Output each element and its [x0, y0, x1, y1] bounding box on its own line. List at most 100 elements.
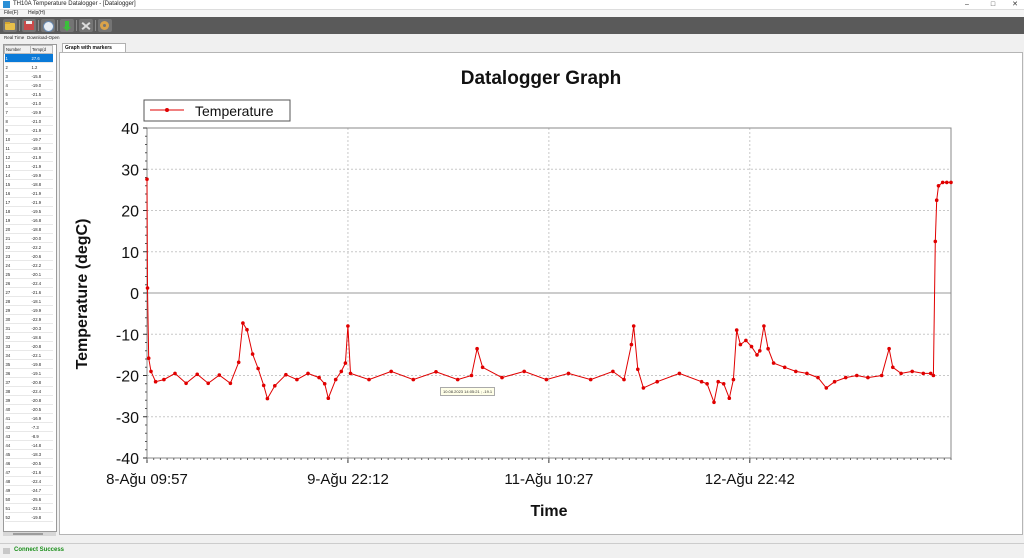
table-row[interactable]: 26 -22.4 — [4, 278, 53, 288]
table-row[interactable]: 7 -19.9 — [4, 107, 53, 117]
table-row[interactable]: 12 -21.9 — [4, 152, 53, 162]
table-row[interactable]: 13 -21.9 — [4, 161, 53, 171]
data-point[interactable] — [455, 377, 460, 382]
data-point[interactable] — [149, 369, 153, 374]
data-point[interactable] — [721, 382, 726, 386]
table-row[interactable]: 3 -15.8 — [4, 71, 53, 81]
data-point[interactable] — [677, 371, 682, 376]
table-row[interactable]: 39 -20.8 — [4, 395, 53, 405]
table-row[interactable]: 5 -21.5 — [4, 89, 53, 99]
table-row[interactable]: 41 -16.9 — [4, 413, 53, 423]
folder-open-icon[interactable] — [3, 19, 17, 32]
column-header-number[interactable]: Number — [4, 45, 31, 54]
data-point[interactable] — [921, 371, 926, 376]
data-point[interactable] — [306, 371, 310, 376]
data-point[interactable] — [824, 386, 829, 390]
data-point[interactable] — [879, 373, 884, 378]
table-row[interactable]: 35 -19.8 — [4, 359, 53, 369]
table-row[interactable]: 36 -19.1 — [4, 368, 53, 378]
data-point[interactable] — [631, 324, 636, 328]
data-point[interactable] — [940, 180, 945, 185]
table-row[interactable]: 9 -21.9 — [4, 125, 53, 135]
table-row[interactable]: 38 -22.4 — [4, 386, 53, 396]
data-point[interactable] — [762, 324, 766, 328]
data-point[interactable] — [469, 373, 474, 378]
data-point[interactable] — [949, 180, 953, 185]
data-point[interactable] — [434, 370, 438, 374]
table-row[interactable]: 4 -19.0 — [4, 80, 53, 90]
data-point[interactable] — [241, 321, 245, 325]
data-point[interactable] — [766, 346, 770, 351]
table-row[interactable]: 49 -24.7 — [4, 485, 53, 495]
table-row[interactable]: 21 -20.0 — [4, 233, 53, 243]
data-point[interactable] — [727, 396, 732, 401]
data-point[interactable] — [936, 184, 941, 188]
data-point[interactable] — [832, 379, 837, 384]
menu-file[interactable]: File(F) — [4, 10, 18, 17]
table-row[interactable]: 17 -21.9 — [4, 197, 53, 207]
data-point[interactable] — [749, 344, 754, 349]
table-row[interactable]: 45 -18.3 — [4, 449, 53, 459]
data-point[interactable] — [480, 365, 485, 370]
table-row[interactable]: 48 -22.4 — [4, 476, 53, 486]
data-point[interactable] — [712, 400, 716, 405]
data-point[interactable] — [758, 349, 762, 353]
data-point[interactable] — [475, 346, 479, 351]
table-row[interactable]: 32 -18.6 — [4, 332, 53, 342]
table-row[interactable]: 34 -22.1 — [4, 350, 53, 360]
data-point[interactable] — [641, 386, 646, 390]
data-point[interactable] — [699, 379, 704, 384]
data-point[interactable] — [891, 365, 895, 370]
data-point[interactable] — [794, 369, 798, 374]
data-point[interactable] — [934, 198, 939, 202]
data-point[interactable] — [716, 379, 720, 384]
data-point[interactable] — [744, 338, 748, 343]
data-point[interactable] — [734, 328, 739, 332]
maximize-button[interactable]: □ — [986, 0, 1000, 9]
data-point[interactable] — [295, 377, 299, 382]
table-row[interactable]: 6 -21.0 — [4, 98, 53, 108]
data-point[interactable] — [544, 377, 549, 382]
horizontal-scrollbar[interactable] — [3, 532, 56, 536]
table-row[interactable]: 16 -21.9 — [4, 188, 53, 198]
data-point[interactable] — [782, 365, 787, 370]
data-point[interactable] — [162, 377, 166, 382]
save-icon[interactable] — [22, 19, 36, 32]
minimize-button[interactable]: – — [960, 0, 974, 9]
data-point[interactable] — [855, 373, 859, 378]
download-icon[interactable] — [60, 19, 74, 32]
data-point[interactable] — [887, 346, 891, 351]
data-point[interactable] — [588, 377, 593, 382]
table-row[interactable]: 29 -19.9 — [4, 305, 53, 315]
table-row[interactable]: 40 -20.5 — [4, 404, 53, 414]
data-point[interactable] — [245, 327, 249, 332]
tab-download-open[interactable]: Download-Open — [27, 35, 60, 40]
scrollbar-thumb[interactable] — [13, 533, 43, 535]
table-row[interactable]: 42 -7.3 — [4, 422, 53, 432]
table-row[interactable]: 24 -22.2 — [4, 260, 53, 270]
table-row[interactable]: 51 -22.5 — [4, 503, 53, 513]
data-point[interactable] — [153, 379, 158, 384]
table-row[interactable]: 46 -20.5 — [4, 458, 53, 468]
table-row[interactable]: 8 -21.0 — [4, 116, 53, 126]
table-row[interactable]: 31 -20.3 — [4, 323, 53, 333]
table-row[interactable]: 18 -19.5 — [4, 206, 53, 216]
close-button[interactable]: ✕ — [1008, 0, 1022, 9]
table-row[interactable]: 19 -16.8 — [4, 215, 53, 225]
data-point[interactable] — [261, 383, 266, 388]
data-point[interactable] — [217, 373, 222, 377]
data-point[interactable] — [284, 372, 288, 377]
data-table-panel[interactable]: Number Temp(d 1 27.6 2 1.2 3 -15.8 4 -19.0 5 -21.… — [3, 44, 57, 532]
data-point[interactable] — [389, 369, 394, 374]
menu-help[interactable]: Help(H) — [28, 10, 45, 17]
table-row[interactable]: 30 -22.9 — [4, 314, 53, 324]
data-point[interactable] — [805, 371, 809, 376]
data-point[interactable] — [816, 375, 820, 380]
table-row[interactable]: 15 -18.8 — [4, 179, 53, 189]
data-point[interactable] — [348, 371, 353, 376]
table-row[interactable]: 28 -18.1 — [4, 296, 53, 306]
table-row[interactable]: 20 -18.8 — [4, 224, 53, 234]
data-point[interactable] — [755, 353, 759, 357]
data-point[interactable] — [184, 381, 188, 386]
table-row[interactable]: 2 1.2 — [4, 62, 53, 72]
